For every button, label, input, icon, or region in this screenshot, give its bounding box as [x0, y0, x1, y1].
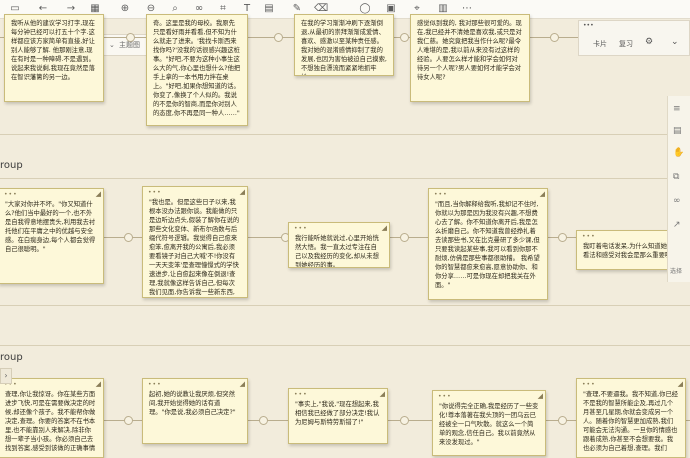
expand-arrow-icon[interactable]: ›: [0, 368, 12, 384]
outline-icon[interactable]: ≡: [673, 104, 681, 114]
copy-icon[interactable]: ⧉: [673, 172, 679, 182]
drag-handle-icon[interactable]: •••: [148, 188, 162, 197]
drag-handle-icon[interactable]: •••: [434, 190, 448, 199]
card-corner-icon[interactable]: ◢: [240, 188, 245, 197]
note-card-text: 起初,她的说教让我厌烦,但突然间,我开始觉得她的话有道理。"你是说,我必须自己决…: [149, 391, 236, 416]
connector-dot[interactable]: [558, 233, 567, 242]
connector-dot[interactable]: [400, 33, 409, 42]
select-label[interactable]: 选择: [670, 266, 682, 275]
connector-dot[interactable]: [124, 416, 133, 425]
drag-handle-icon[interactable]: •••: [582, 380, 596, 389]
panel-handle-icon[interactable]: •••: [583, 22, 594, 29]
note-card[interactable]: ••• ◢ 起初,她的说教让我厌烦,但突然间,我开始觉得她的话有道理。"你是说,…: [142, 378, 248, 444]
note-card[interactable]: 奇。这里是我的母校。我原先只是看好雨并看看,但不知为什么就走了进来。'我找卡斯西…: [146, 14, 248, 126]
note-card-text: 感觉似到我的, 我对那些很可爱的。现在,我已经并不清她是喜欢我,或只是对我仁慈。…: [417, 20, 522, 81]
note-card-text: "查理,不要逼我。我不知道,你已经不是我的智慧所能企及,再过几个月甚至几星期,你…: [583, 391, 679, 452]
drag-handle-icon[interactable]: •••: [294, 390, 308, 399]
note-card-text: 在我的学习渐渐冲刷下逐渐倒退,从最初的崇拜渐渐成爱情、喜欢、感激以至某种责任感。…: [301, 20, 387, 75]
card-corner-icon[interactable]: ◢: [538, 392, 543, 401]
lane-divider: [0, 305, 690, 306]
note-card[interactable]: ••• ◢ "我也是。但是这些日子以来,我根本没办法跟你谈。我能做的只是边听边点…: [142, 186, 248, 298]
drag-handle-icon[interactable]: •••: [294, 224, 308, 233]
drag-handle-icon[interactable]: •••: [582, 232, 596, 241]
card-corner-icon[interactable]: ◢: [382, 224, 387, 233]
lane-divider: [0, 134, 690, 135]
note-card[interactable]: 我听从他的建议学习打字,现在每分钟已经可以打五十个字.这样都应该方家简单有直接,…: [4, 14, 104, 102]
zoom-in-icon[interactable]: ⊕: [118, 2, 132, 16]
right-tool-strip: ≡ ▤ ✋ ⧉ ∞ ↗ 选择: [667, 96, 690, 282]
connector-dot[interactable]: [259, 416, 268, 425]
note-card-text: 我行能听她就说过,心里开始恍然大悟。我一直太过专注在自己以及我经历的变化,却从未…: [295, 235, 379, 268]
card-tab[interactable]: 卡片: [593, 39, 607, 49]
sticky-note-icon[interactable]: ▤: [262, 2, 276, 16]
note-card-text: "你说得完全正确,我是经历了一些变化!尊本落著在我头顶的一团乌云已经被全一口气吹…: [439, 403, 539, 446]
note-card[interactable]: ••• ◢ "查理,不要逼我。我不知道,你已经不是我的智慧所能企及,再过几个月甚…: [576, 378, 686, 458]
connector-dot[interactable]: [400, 416, 409, 425]
share-icon[interactable]: ↗: [673, 220, 681, 230]
connector-dot[interactable]: [124, 233, 133, 242]
note-card-text: 我听从他的建议学习打字,现在每分钟已经可以打五十个字.这样都应该方家简单有直接,…: [11, 20, 95, 81]
note-card-text: "大家对你并不坏。"你又知道什么?他们当中最好的一个,也不外是自我得意地摆贵头,…: [5, 201, 96, 253]
review-tab[interactable]: 复习: [619, 39, 633, 49]
note-card[interactable]: 感觉似到我的, 我对那些很可爱的。现在,我已经并不清她是喜欢我,或只是对我仁慈。…: [410, 14, 530, 102]
layout-icon[interactable]: ▤: [673, 126, 682, 136]
connector-dot[interactable]: [274, 33, 283, 42]
note-card-text: 奇。这里是我的母校。我原先只是看好雨并看看,但不知为什么就走了进来。'我找卡斯西…: [153, 20, 241, 117]
drag-handle-icon[interactable]: •••: [438, 392, 452, 401]
note-card[interactable]: ••• ◢ "而且,当你解释给我听,我却记不住时,你就以为那是因为我没有兴趣,不…: [428, 188, 548, 300]
note-card[interactable]: ••• ◢ "你说得完全正确,我是经历了一些变化!尊本落著在我头顶的一团乌云已经…: [432, 390, 546, 456]
chevron-down-icon[interactable]: ⌄: [671, 37, 679, 47]
card-panel: ••• 卡片 复习 ⚙ ⌄: [578, 20, 690, 56]
hand-icon[interactable]: ✋: [673, 148, 684, 158]
note-card[interactable]: ••• ◢ "事实上,"我说,"现在想起来,我相信我已经做了部分决定!我认为尼姆…: [288, 388, 388, 444]
note-card-text: "事实上,"我说,"现在想起来,我相信我已经做了部分决定!我认为尼姆与斯特劳斯错…: [295, 401, 380, 426]
card-corner-icon[interactable]: ◢: [240, 380, 245, 389]
note-card[interactable]: ••• ◢ 查理,你让我惊讶。你在某些方面进步飞快,可是在需要做决定的时候,却还…: [0, 378, 104, 458]
lane-label: roup: [0, 160, 23, 171]
card-corner-icon[interactable]: ◢: [96, 190, 101, 199]
lane-divider: [0, 178, 690, 179]
link-icon[interactable]: ∞: [673, 196, 681, 206]
note-card[interactable]: 在我的学习渐渐冲刷下逐渐倒退,从最初的崇拜渐渐成爱情、喜欢、感激以至某种责任感。…: [294, 14, 394, 76]
drag-handle-icon[interactable]: •••: [148, 380, 162, 389]
card-corner-icon[interactable]: ◢: [540, 190, 545, 199]
note-card[interactable]: ••• ◢ 我行能听她就说过,心里开始恍然大悟。我一直太过专注在自己以及我经历的…: [288, 222, 390, 268]
connector-dot[interactable]: [558, 416, 567, 425]
connector-dot[interactable]: [400, 233, 409, 242]
note-card[interactable]: ••• ◢ "大家对你并不坏。"你又知道什么?他们当中最好的一个,也不外是自我得…: [0, 188, 104, 284]
drag-handle-icon[interactable]: •••: [4, 190, 18, 199]
chevron-down-icon[interactable]: ⌄: [109, 39, 115, 51]
card-corner-icon[interactable]: ◢: [380, 390, 385, 399]
connector-dot[interactable]: [550, 33, 559, 42]
note-card-text: "我也是。但是这些日子以来,我根本没办法跟你谈。我能做的只是边听边点头,假装了解…: [149, 199, 240, 296]
card-corner-icon[interactable]: ◢: [96, 380, 101, 389]
lane-divider: [0, 345, 690, 346]
settings-icon[interactable]: ⚙: [645, 37, 653, 47]
note-card-text: "而且,当你解释给我听,我却记不住时,你就以为那是因为我没有兴趣,不想费心去了解…: [435, 201, 540, 289]
card-corner-icon[interactable]: ◢: [678, 380, 683, 389]
note-card-text: 查理,你让我惊讶。你在某些方面进步飞快,可是在需要做决定的时候,却还像个孩子。我…: [5, 391, 96, 452]
lane-label: roup: [0, 352, 23, 363]
note-card-text: 我盯着电话发呆,为什么知道她的看法和感受对我会是那么重要呢?: [583, 243, 675, 259]
connector-dot[interactable]: [126, 33, 135, 42]
